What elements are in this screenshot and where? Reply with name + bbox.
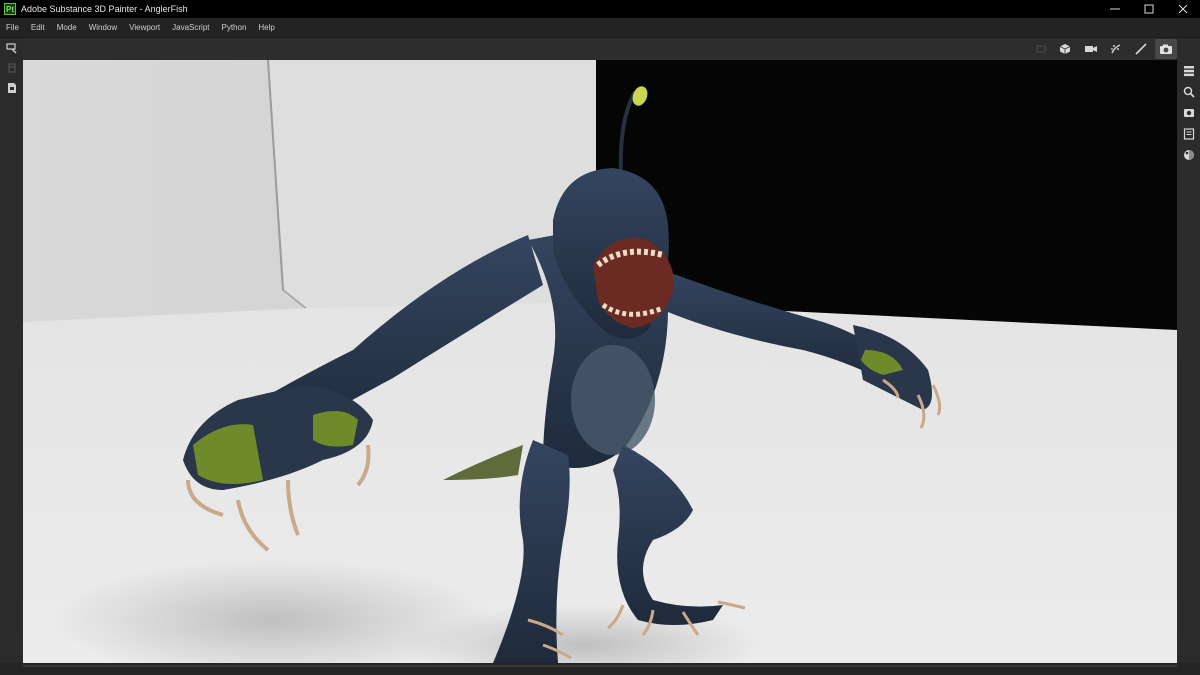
document-icon (7, 83, 16, 93)
menu-viewport[interactable]: Viewport (123, 23, 166, 32)
particles-button[interactable] (1105, 39, 1127, 59)
menu-mode[interactable]: Mode (51, 23, 83, 32)
cube-view-icon (1059, 44, 1071, 54)
title-bar: Pt Adobe Substance 3D Painter - AnglerFi… (0, 0, 1200, 18)
viewport-tools (1027, 38, 1177, 60)
menu-help[interactable]: Help (252, 23, 280, 32)
shader-button[interactable] (1177, 144, 1200, 165)
screenshot-button[interactable] (1155, 39, 1177, 59)
left-toolbar (0, 38, 23, 665)
paint-tool-button[interactable] (0, 38, 23, 58)
menu-file[interactable]: File (0, 23, 25, 32)
display-settings-button[interactable] (1177, 102, 1200, 123)
app-icon: Pt (4, 3, 16, 15)
screenshot-icon (1160, 44, 1172, 54)
particles-icon (1111, 44, 1121, 54)
frame-button[interactable] (1030, 39, 1052, 59)
viewport-3d[interactable] (23, 60, 1177, 663)
properties-icon (1183, 127, 1194, 140)
layer-stack-icon (8, 63, 15, 73)
close-icon (1178, 4, 1188, 14)
zoom-icon (1183, 86, 1195, 98)
camera-button[interactable] (1080, 39, 1102, 59)
viewport-toolbar (23, 38, 1177, 60)
maximize-icon (1144, 4, 1154, 14)
window-controls (1098, 0, 1200, 18)
minimize-icon (1110, 8, 1120, 10)
frame-icon (1036, 45, 1046, 53)
brush-button[interactable] (1130, 39, 1152, 59)
menu-edit[interactable]: Edit (25, 23, 51, 32)
cube-view-button[interactable] (1055, 39, 1077, 59)
layer-stack-button[interactable] (0, 58, 23, 78)
close-button[interactable] (1166, 0, 1200, 18)
camera-icon (1085, 46, 1097, 52)
layers-panel-button[interactable] (1177, 60, 1200, 81)
paint-tool-icon (5, 43, 16, 54)
display-settings-icon (1183, 108, 1194, 117)
zoom-button[interactable] (1177, 81, 1200, 102)
shader-icon (1183, 149, 1194, 160)
bottom-status-strip (0, 663, 1200, 675)
menu-javascript[interactable]: JavaScript (166, 23, 215, 32)
menu-bar: File Edit Mode Window Viewport JavaScrip… (0, 18, 1200, 38)
menu-python[interactable]: Python (216, 23, 253, 32)
document-button[interactable] (0, 78, 23, 98)
menu-window[interactable]: Window (83, 23, 123, 32)
minimize-button[interactable] (1098, 0, 1132, 18)
maximize-button[interactable] (1132, 0, 1166, 18)
properties-button[interactable] (1177, 123, 1200, 144)
scene-render (23, 60, 1177, 663)
brush-icon (1135, 43, 1147, 55)
layers-panel-icon (1183, 65, 1194, 76)
window-title: Adobe Substance 3D Painter - AnglerFish (21, 4, 188, 14)
right-panel-strip (1177, 38, 1200, 665)
